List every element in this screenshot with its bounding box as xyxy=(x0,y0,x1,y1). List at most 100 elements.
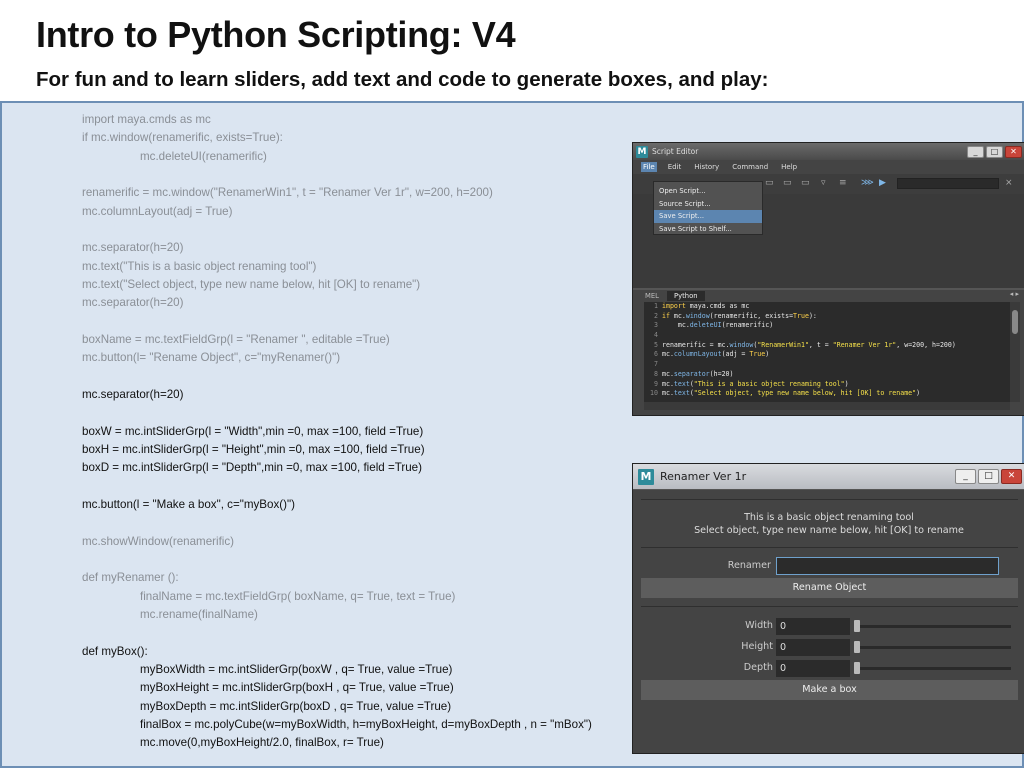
file-menu-dropdown: Open Script... Source Script... Save Scr… xyxy=(653,181,763,235)
script-line-text: mc.deleteUI(renamerific) xyxy=(662,321,774,330)
code-line: def myBox(): xyxy=(82,644,148,658)
code-line: renamerific = mc.window("RenamerWin1", t… xyxy=(82,186,493,200)
horizontal-scrollbar[interactable] xyxy=(644,402,1010,410)
minimize-button[interactable]: _ xyxy=(955,469,976,484)
renamer-titlebar[interactable]: M Renamer Ver 1r _ □ ✕ xyxy=(633,464,1024,490)
height-label: Height xyxy=(741,641,773,652)
line-number: 9 xyxy=(654,379,658,388)
code-line: mc.rename(finalName) xyxy=(140,607,258,621)
height-slider-track[interactable] xyxy=(857,646,1011,649)
code-line: mc.columnLayout(adj = True) xyxy=(82,204,233,218)
menu-edit[interactable]: Edit xyxy=(666,162,684,172)
maximize-button[interactable]: □ xyxy=(986,145,1003,158)
toolbar-icon[interactable]: ▭ xyxy=(783,178,792,188)
code-line: mc.text("This is a basic object renaming… xyxy=(82,259,317,273)
info-text-1: This is a basic object renaming tool xyxy=(744,512,914,523)
depth-slider-track[interactable] xyxy=(857,667,1011,670)
menu-help[interactable]: Help xyxy=(779,162,799,172)
code-line: myBoxHeight = mc.intSliderGrp(boxH , q= … xyxy=(140,681,454,695)
vertical-scrollbar[interactable] xyxy=(1010,302,1020,402)
script-editor-title: Script Editor xyxy=(652,147,699,156)
toolbar-icon[interactable]: ▿ xyxy=(821,178,826,188)
code-line: mc.button(l= "Rename Object", c="myRenam… xyxy=(82,351,341,365)
menu-history[interactable]: History xyxy=(692,162,721,172)
toolbar-icon[interactable]: ▭ xyxy=(765,178,774,188)
script-input-area[interactable]: 1 import maya.cmds as mc 2 if mc.window(ren… xyxy=(644,302,1010,402)
clear-icon[interactable]: ⨯ xyxy=(1005,178,1013,188)
script-line: 5 renamerific = mc.window("RenamerWin1", … xyxy=(644,341,1010,351)
menu-open-script[interactable]: Open Script... xyxy=(654,185,762,198)
maya-logo-icon: M xyxy=(638,468,654,485)
execute-icon[interactable]: ▶ xyxy=(879,178,886,188)
height-field[interactable]: 0 xyxy=(776,639,850,656)
script-line-text: mc.columnLayout(adj = True) xyxy=(662,350,770,359)
width-slider-track[interactable] xyxy=(857,625,1011,628)
maximize-button[interactable]: □ xyxy=(978,469,999,484)
script-line: 9 mc.text("This is a basic object renamin… xyxy=(644,380,1010,390)
line-number: 7 xyxy=(654,360,658,369)
make-a-box-button[interactable]: Make a box xyxy=(641,680,1018,700)
code-line: if mc.window(renamerific, exists=True): xyxy=(82,131,283,145)
script-line: 1 import maya.cmds as mc xyxy=(644,302,1010,312)
script-line-text: import maya.cmds as mc xyxy=(662,302,750,310)
line-number: 2 xyxy=(654,311,658,320)
line-number: 6 xyxy=(654,350,658,359)
script-line: 3 mc.deleteUI(renamerific) xyxy=(644,321,1010,331)
toolbar-icon[interactable]: ≡ xyxy=(839,178,847,188)
script-line-text: mc.separator(h=20) xyxy=(662,369,734,378)
renamer-window: M Renamer Ver 1r _ □ ✕ This is a basic o… xyxy=(632,463,1024,754)
code-line: boxH = mc.intSliderGrp(l = "Height",min … xyxy=(82,442,425,456)
tab-scroll-arrows-icon[interactable]: ◂ ▸ xyxy=(1010,290,1019,298)
separator xyxy=(641,547,1018,548)
tab-mel[interactable]: MEL xyxy=(638,291,666,301)
code-line: boxW = mc.intSliderGrp(l = "Width",min =… xyxy=(82,424,424,438)
depth-field[interactable]: 0 xyxy=(776,660,850,677)
toolbar-icon[interactable]: ▭ xyxy=(801,178,810,188)
menu-save-script-to-shelf[interactable]: Save Script to Shelf... xyxy=(654,223,762,236)
script-line: 7 xyxy=(644,360,1010,370)
width-slider-handle[interactable] xyxy=(854,620,860,632)
scrollbar-thumb[interactable] xyxy=(1012,310,1018,334)
minimize-button[interactable]: _ xyxy=(967,145,984,158)
script-search-field[interactable] xyxy=(897,178,999,189)
script-editor-menubar: File Edit History Command Help xyxy=(633,160,1024,174)
renamer-input[interactable] xyxy=(776,557,999,575)
script-line: 4 xyxy=(644,331,1010,341)
code-line: mc.deleteUI(renamerific) xyxy=(140,149,267,163)
script-line-text: mc.text("Select object, type new name be… xyxy=(662,389,921,398)
menu-source-script[interactable]: Source Script... xyxy=(654,198,762,211)
content-panel: import maya.cmds as mc if mc.window(renam… xyxy=(0,101,1024,768)
code-line: mc.showWindow(renamerific) xyxy=(82,534,235,548)
menu-save-script[interactable]: Save Script... xyxy=(654,210,762,223)
width-field[interactable]: 0 xyxy=(776,618,850,635)
script-line: 2 if mc.window(renamerific, exists=True): xyxy=(644,312,1010,322)
code-line: boxName = mc.textFieldGrp(l = "Renamer "… xyxy=(82,332,390,346)
execute-all-icon[interactable]: ⋙ xyxy=(861,178,874,188)
line-number: 3 xyxy=(654,321,658,330)
height-slider-handle[interactable] xyxy=(854,641,860,653)
code-listing: import maya.cmds as mc if mc.window(renam… xyxy=(82,111,592,752)
depth-label: Depth xyxy=(743,662,773,673)
code-line: finalBox = mc.polyCube(w=myBoxWidth, h=m… xyxy=(140,717,592,731)
script-editor-titlebar[interactable]: M Script Editor _ □ ✕ xyxy=(633,143,1024,160)
renamer-label: Renamer xyxy=(727,560,771,571)
script-line: 10 mc.text("Select object, type new name … xyxy=(644,389,1010,399)
tab-python[interactable]: Python xyxy=(667,291,705,301)
code-line: mc.separator(h=20) xyxy=(82,387,184,401)
script-line: 6 mc.columnLayout(adj = True) xyxy=(644,350,1010,360)
depth-slider-handle[interactable] xyxy=(854,662,860,674)
close-button[interactable]: ✕ xyxy=(1005,145,1022,158)
close-button[interactable]: ✕ xyxy=(1001,469,1022,484)
code-line: mc.button(l = "Make a box", c="myBox()") xyxy=(82,497,295,511)
script-line: 8 mc.separator(h=20) xyxy=(644,370,1010,380)
renamer-title: Renamer Ver 1r xyxy=(660,470,747,483)
menu-command[interactable]: Command xyxy=(730,162,770,172)
rename-object-button[interactable]: Rename Object xyxy=(641,578,1018,598)
line-number: 10 xyxy=(650,389,658,398)
menu-file[interactable]: File xyxy=(641,162,657,172)
